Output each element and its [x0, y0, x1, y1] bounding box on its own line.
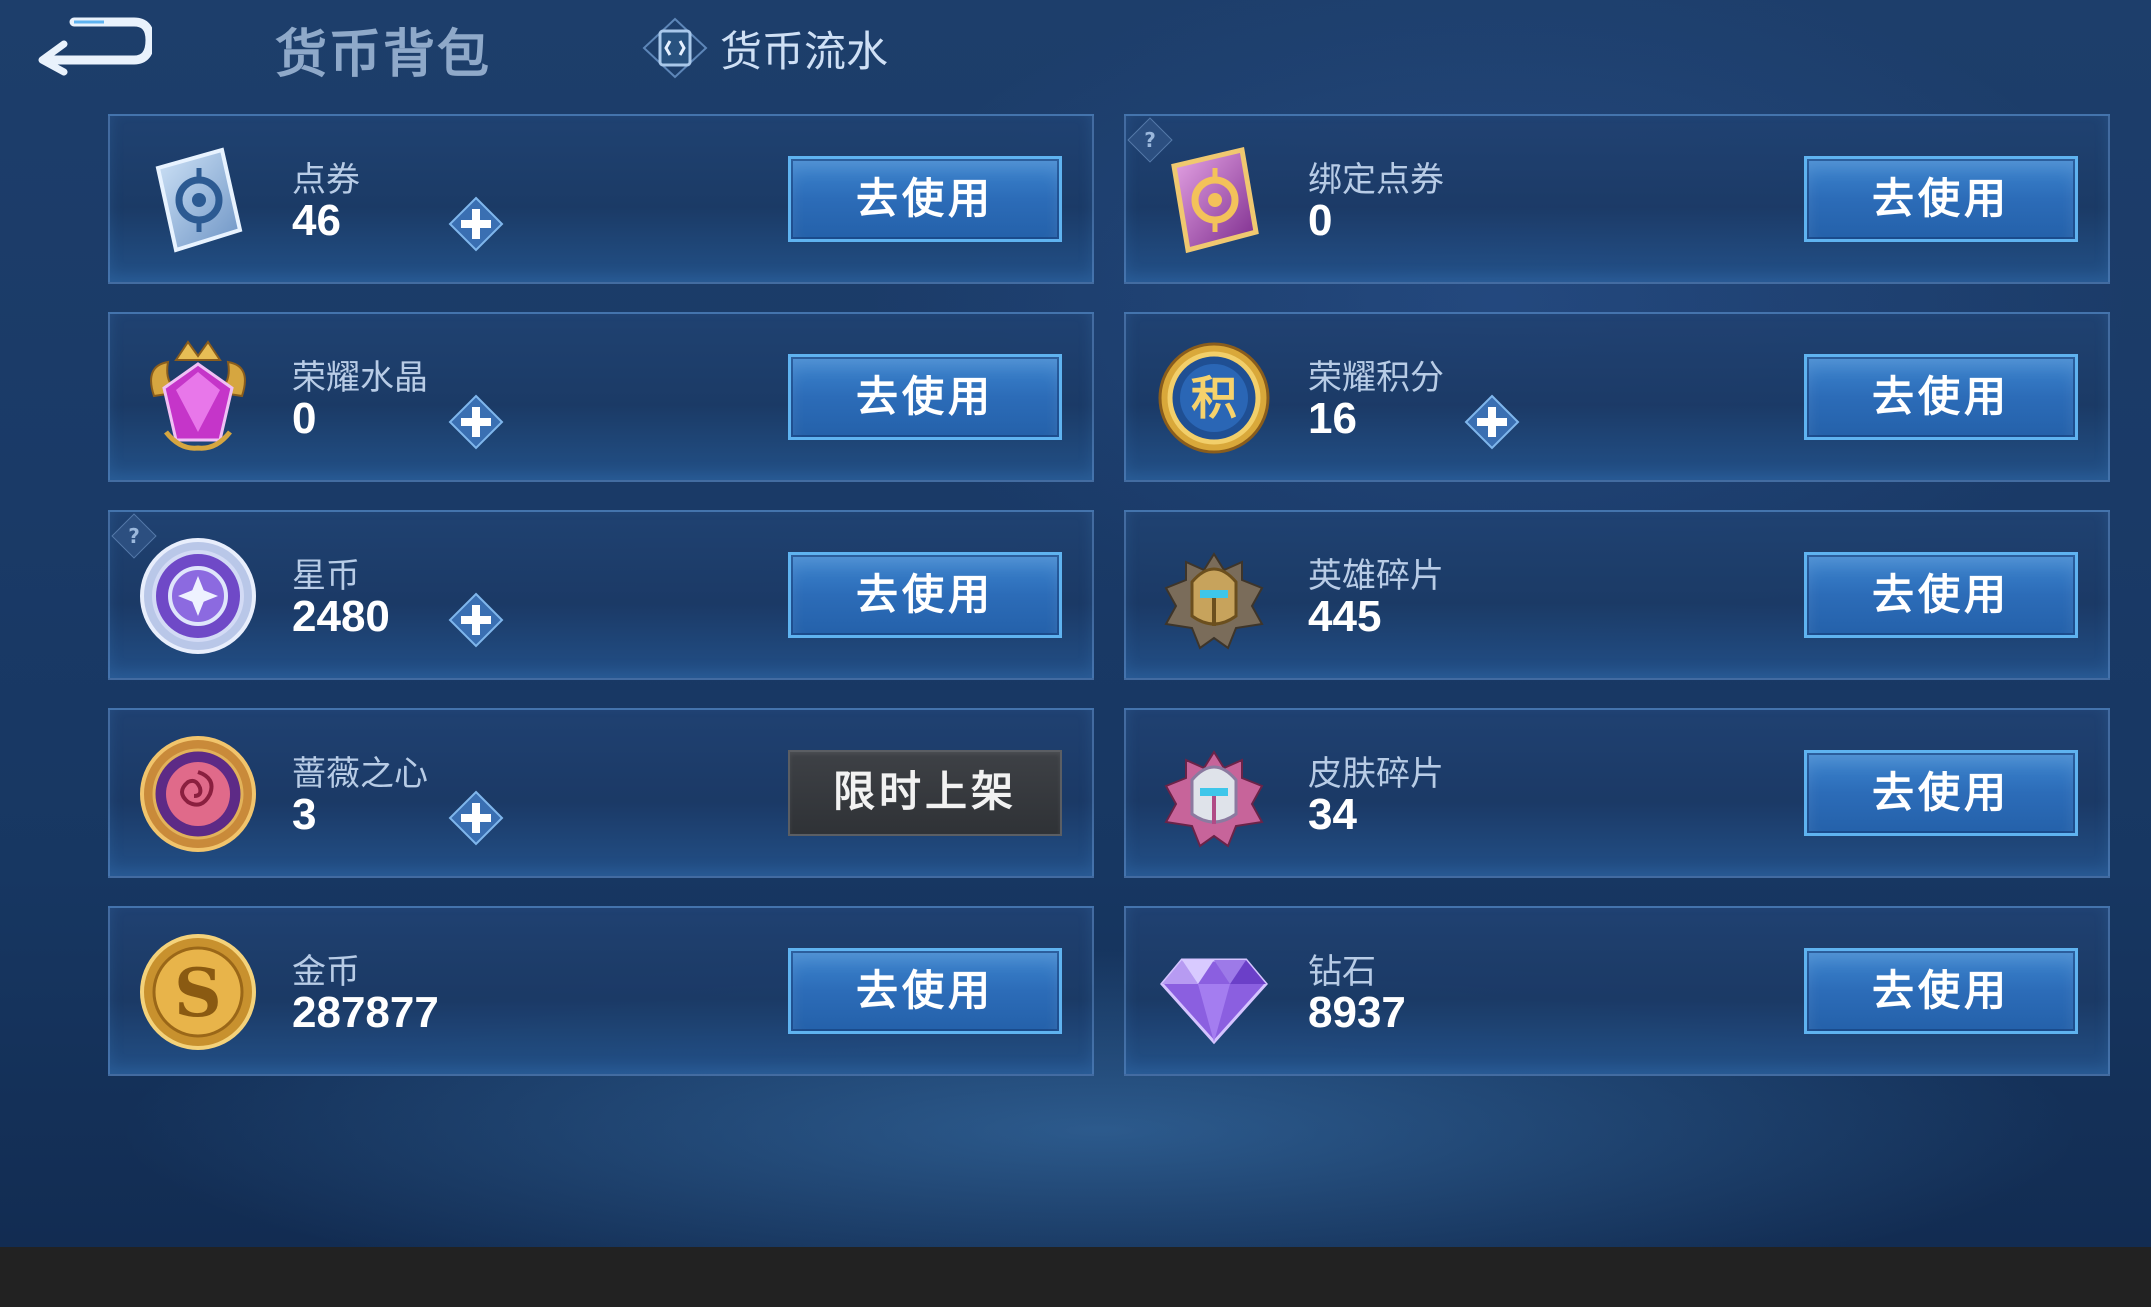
currency-card: 钻石 8937 去使用 [1124, 906, 2110, 1076]
currency-card: ? 绑定点券 0 去使用 [1124, 114, 2110, 284]
voucher-card-icon [136, 138, 260, 262]
use-button[interactable]: 去使用 [1804, 948, 2078, 1034]
currency-amount: 0 [1308, 196, 1333, 245]
currency-card: 蔷薇之心 3 限时上架 [108, 708, 1094, 878]
currency-name: 点券 [292, 160, 360, 200]
currency-name: 金币 [292, 952, 360, 992]
currency-name: 皮肤碎片 [1308, 754, 1444, 794]
currency-grid: 点券 46 去使用? 绑定点券 0 去使用 荣耀水晶 0 去使用积荣耀积分 16 去使用? 星币 248… [108, 114, 2110, 1076]
use-button[interactable]: 去使用 [1804, 156, 2078, 242]
hero-fragment-icon [1152, 534, 1276, 658]
use-button[interactable]: 去使用 [788, 156, 1062, 242]
currency-card: 积 荣耀积分 16 去使用 [1124, 312, 2110, 482]
back-arrow-icon[interactable] [34, 14, 152, 76]
svg-text:S: S [174, 954, 222, 1032]
currency-amount: 46 [292, 196, 341, 245]
svg-text:积: 积 [1191, 371, 1237, 425]
currency-ledger-tab[interactable]: 货币流水 [640, 17, 889, 79]
currency-backpack-screen: 货币背包 货币流水 点券 46 去使用? 绑定点券 0 去使用 荣耀水晶 0 去使用积荣耀积分 1… [0, 0, 2151, 1247]
glory-points-icon: 积 [1152, 336, 1276, 460]
currency-name: 绑定点券 [1308, 160, 1444, 200]
currency-card: 点券 46 去使用 [108, 114, 1094, 284]
currency-card: 荣耀水晶 0 去使用 [108, 312, 1094, 482]
ledger-tab-label: 货币流水 [720, 26, 889, 76]
use-button[interactable]: 去使用 [788, 948, 1062, 1034]
currency-name: 钻石 [1308, 952, 1376, 992]
limited-time-button[interactable]: 限时上架 [788, 750, 1062, 836]
currency-card: ? 星币 2480 去使用 [108, 510, 1094, 680]
currency-name: 荣耀水晶 [292, 358, 428, 398]
currency-card: 皮肤碎片 34 去使用 [1124, 708, 2110, 878]
page-title: 货币背包 [275, 25, 492, 85]
use-button[interactable]: 去使用 [1804, 354, 2078, 440]
currency-amount: 34 [1308, 790, 1357, 839]
add-currency-button[interactable] [448, 790, 504, 846]
glory-crystal-icon [136, 336, 260, 460]
use-button[interactable]: 去使用 [1804, 552, 2078, 638]
use-button[interactable]: 去使用 [1804, 750, 2078, 836]
diamond-icon [1152, 930, 1276, 1054]
add-currency-button[interactable] [448, 196, 504, 252]
bound-voucher-card-icon [1152, 138, 1276, 262]
skin-fragment-icon [1152, 732, 1276, 856]
currency-amount: 0 [292, 394, 317, 443]
add-currency-button[interactable] [1464, 394, 1520, 450]
ledger-diamond-icon [642, 17, 708, 79]
bottom-bar [0, 1247, 2151, 1307]
use-button[interactable]: 去使用 [788, 552, 1062, 638]
currency-amount: 287877 [292, 988, 439, 1037]
currency-amount: 3 [292, 790, 317, 839]
currency-name: 荣耀积分 [1308, 358, 1444, 398]
currency-amount: 8937 [1308, 988, 1406, 1037]
currency-card: 英雄碎片 445 去使用 [1124, 510, 2110, 680]
add-currency-button[interactable] [448, 394, 504, 450]
use-button[interactable]: 去使用 [788, 354, 1062, 440]
currency-amount: 2480 [292, 592, 390, 641]
currency-name: 星币 [292, 556, 360, 596]
rose-heart-icon [136, 732, 260, 856]
currency-card: S 金币 287877 去使用 [108, 906, 1094, 1076]
currency-amount: 16 [1308, 394, 1357, 443]
add-currency-button[interactable] [448, 592, 504, 648]
currency-name: 蔷薇之心 [292, 754, 428, 794]
currency-name: 英雄碎片 [1308, 556, 1444, 596]
currency-amount: 445 [1308, 592, 1382, 641]
star-coin-icon [136, 534, 260, 658]
gold-coin-icon: S [136, 930, 260, 1054]
